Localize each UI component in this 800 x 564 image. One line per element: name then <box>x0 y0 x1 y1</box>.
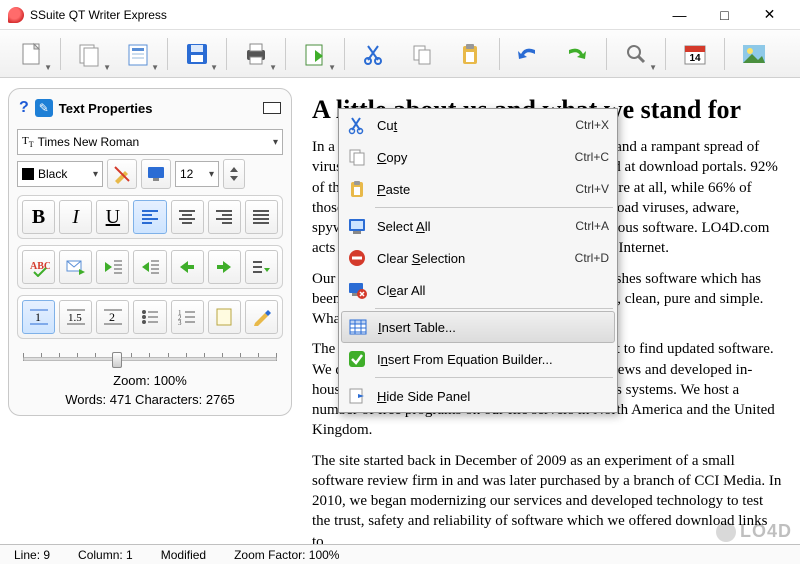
find-button[interactable]: ▼ <box>613 34 659 74</box>
app-title: SSuite QT Writer Express <box>30 8 167 22</box>
italic-button[interactable]: I <box>59 200 92 234</box>
status-zoom: Zoom Factor: 100% <box>228 548 345 562</box>
zoom-thumb[interactable] <box>112 352 122 368</box>
bullets-button[interactable] <box>133 300 166 334</box>
export-button[interactable]: ▼ <box>292 34 338 74</box>
edit-mode-button[interactable] <box>245 300 278 334</box>
indent-button[interactable] <box>133 250 166 284</box>
copy-button[interactable] <box>399 34 445 74</box>
copy-icon <box>343 144 371 170</box>
close-button[interactable]: ✕ <box>747 0 792 30</box>
align-center-button[interactable] <box>171 200 204 234</box>
format-group: B I U <box>17 195 283 239</box>
envelope-icon[interactable] <box>263 102 281 114</box>
move-left-button[interactable] <box>171 250 204 284</box>
cut-button[interactable] <box>351 34 397 74</box>
clear-selection-icon <box>343 245 371 271</box>
statusbar: Line: 9 Column: 1 Modified Zoom Factor: … <box>0 544 800 564</box>
undo-button[interactable] <box>506 34 552 74</box>
status-modified: Modified <box>155 548 212 562</box>
align-justify-button[interactable] <box>245 200 278 234</box>
svg-text:ABC: ABC <box>30 261 50 272</box>
window-controls: — □ ✕ <box>657 0 792 30</box>
word-count-label: Words: 471 Characters: 2765 <box>15 392 285 407</box>
open-button[interactable]: ▼ <box>67 34 113 74</box>
svg-text:2: 2 <box>109 310 115 324</box>
print-button[interactable]: ▼ <box>233 34 279 74</box>
maximize-button[interactable]: □ <box>702 0 747 30</box>
bold-button[interactable]: B <box>22 200 55 234</box>
line-spacing-dec-button[interactable] <box>245 250 278 284</box>
font-family-value: Times New Roman <box>38 135 140 149</box>
menu-insert-table[interactable]: Insert Table... <box>341 311 615 343</box>
calendar-button[interactable]: 14 <box>672 34 718 74</box>
redo-button[interactable] <box>554 34 600 74</box>
panel-title: Text Properties <box>59 101 153 116</box>
status-line: Line: 9 <box>8 548 56 562</box>
svg-text:3: 3 <box>178 319 182 326</box>
mail-button[interactable] <box>59 250 92 284</box>
sidebar: ? ✎ Text Properties TT Times New Roman ▾… <box>0 78 300 544</box>
numbering-button[interactable]: 123 <box>171 300 204 334</box>
edit-icon[interactable]: ✎ <box>35 99 53 117</box>
font-size-select[interactable]: 12 ▾ <box>175 161 219 187</box>
scissors-icon <box>343 112 371 138</box>
font-family-select[interactable]: TT Times New Roman ▾ <box>17 129 283 155</box>
panel-header: ? ✎ Text Properties <box>15 97 285 125</box>
menu-clear-selection[interactable]: Clear SelectionCtrl+D <box>339 242 617 274</box>
spacing-2-button[interactable]: 2 <box>96 300 129 334</box>
svg-text:14: 14 <box>689 53 701 64</box>
context-menu: CutCtrl+X CopyCtrl+C PasteCtrl+V Select … <box>338 108 618 413</box>
save-button[interactable]: ▼ <box>174 34 220 74</box>
tools-group: ABC <box>17 245 283 289</box>
table-icon <box>344 314 372 340</box>
menu-cut[interactable]: CutCtrl+X <box>339 109 617 141</box>
help-icon[interactable]: ? <box>19 99 29 117</box>
main-toolbar: ▼ ▼ ▼ ▼ ▼ ▼ ▼ 14 <box>0 30 800 78</box>
screen-color-button[interactable] <box>141 159 171 189</box>
recent-button[interactable]: ▼ <box>115 34 161 74</box>
outdent-button[interactable] <box>96 250 129 284</box>
menu-select-all[interactable]: Select AllCtrl+A <box>339 210 617 242</box>
paste-icon <box>343 176 371 202</box>
menu-clear-all[interactable]: Clear All <box>339 274 617 306</box>
highlight-button[interactable] <box>107 159 137 189</box>
zoom-label: Zoom: 100% <box>15 373 285 388</box>
menu-paste[interactable]: PasteCtrl+V <box>339 173 617 205</box>
svg-text:1.5: 1.5 <box>68 312 82 324</box>
menu-copy[interactable]: CopyCtrl+C <box>339 141 617 173</box>
image-button[interactable] <box>731 34 777 74</box>
spacing-group: 1 1.5 2 123 <box>17 295 283 339</box>
paste-button[interactable] <box>447 34 493 74</box>
spacing-15-button[interactable]: 1.5 <box>59 300 92 334</box>
menu-insert-equation[interactable]: Insert From Equation Builder... <box>339 343 617 375</box>
app-icon <box>8 7 24 23</box>
align-right-button[interactable] <box>208 200 241 234</box>
minimize-button[interactable]: — <box>657 0 702 30</box>
check-icon <box>343 346 371 372</box>
document-paragraph: The site started back in December of 200… <box>312 451 784 544</box>
new-document-button[interactable]: ▼ <box>8 34 54 74</box>
underline-button[interactable]: U <box>96 200 129 234</box>
font-size-value: 12 <box>180 167 193 181</box>
font-color-value: Black <box>38 167 67 181</box>
clear-all-icon <box>343 277 371 303</box>
titlebar: SSuite QT Writer Express — □ ✕ <box>0 0 800 30</box>
font-color-select[interactable]: Black ▾ <box>17 161 103 187</box>
select-all-icon <box>343 213 371 239</box>
svg-text:1: 1 <box>35 310 41 324</box>
hide-panel-icon <box>343 383 371 409</box>
align-left-button[interactable] <box>133 200 166 234</box>
move-right-button[interactable] <box>208 250 241 284</box>
menu-hide-panel[interactable]: Hide Side Panel <box>339 380 617 412</box>
status-column: Column: 1 <box>72 548 139 562</box>
spellcheck-button[interactable]: ABC <box>22 250 55 284</box>
zoom-slider[interactable] <box>23 349 277 369</box>
font-size-stepper[interactable] <box>223 159 245 189</box>
text-properties-panel: ? ✎ Text Properties TT Times New Roman ▾… <box>8 88 292 416</box>
page-color-button[interactable] <box>208 300 241 334</box>
spacing-1-button[interactable]: 1 <box>22 300 55 334</box>
watermark: LO4D <box>716 521 792 542</box>
